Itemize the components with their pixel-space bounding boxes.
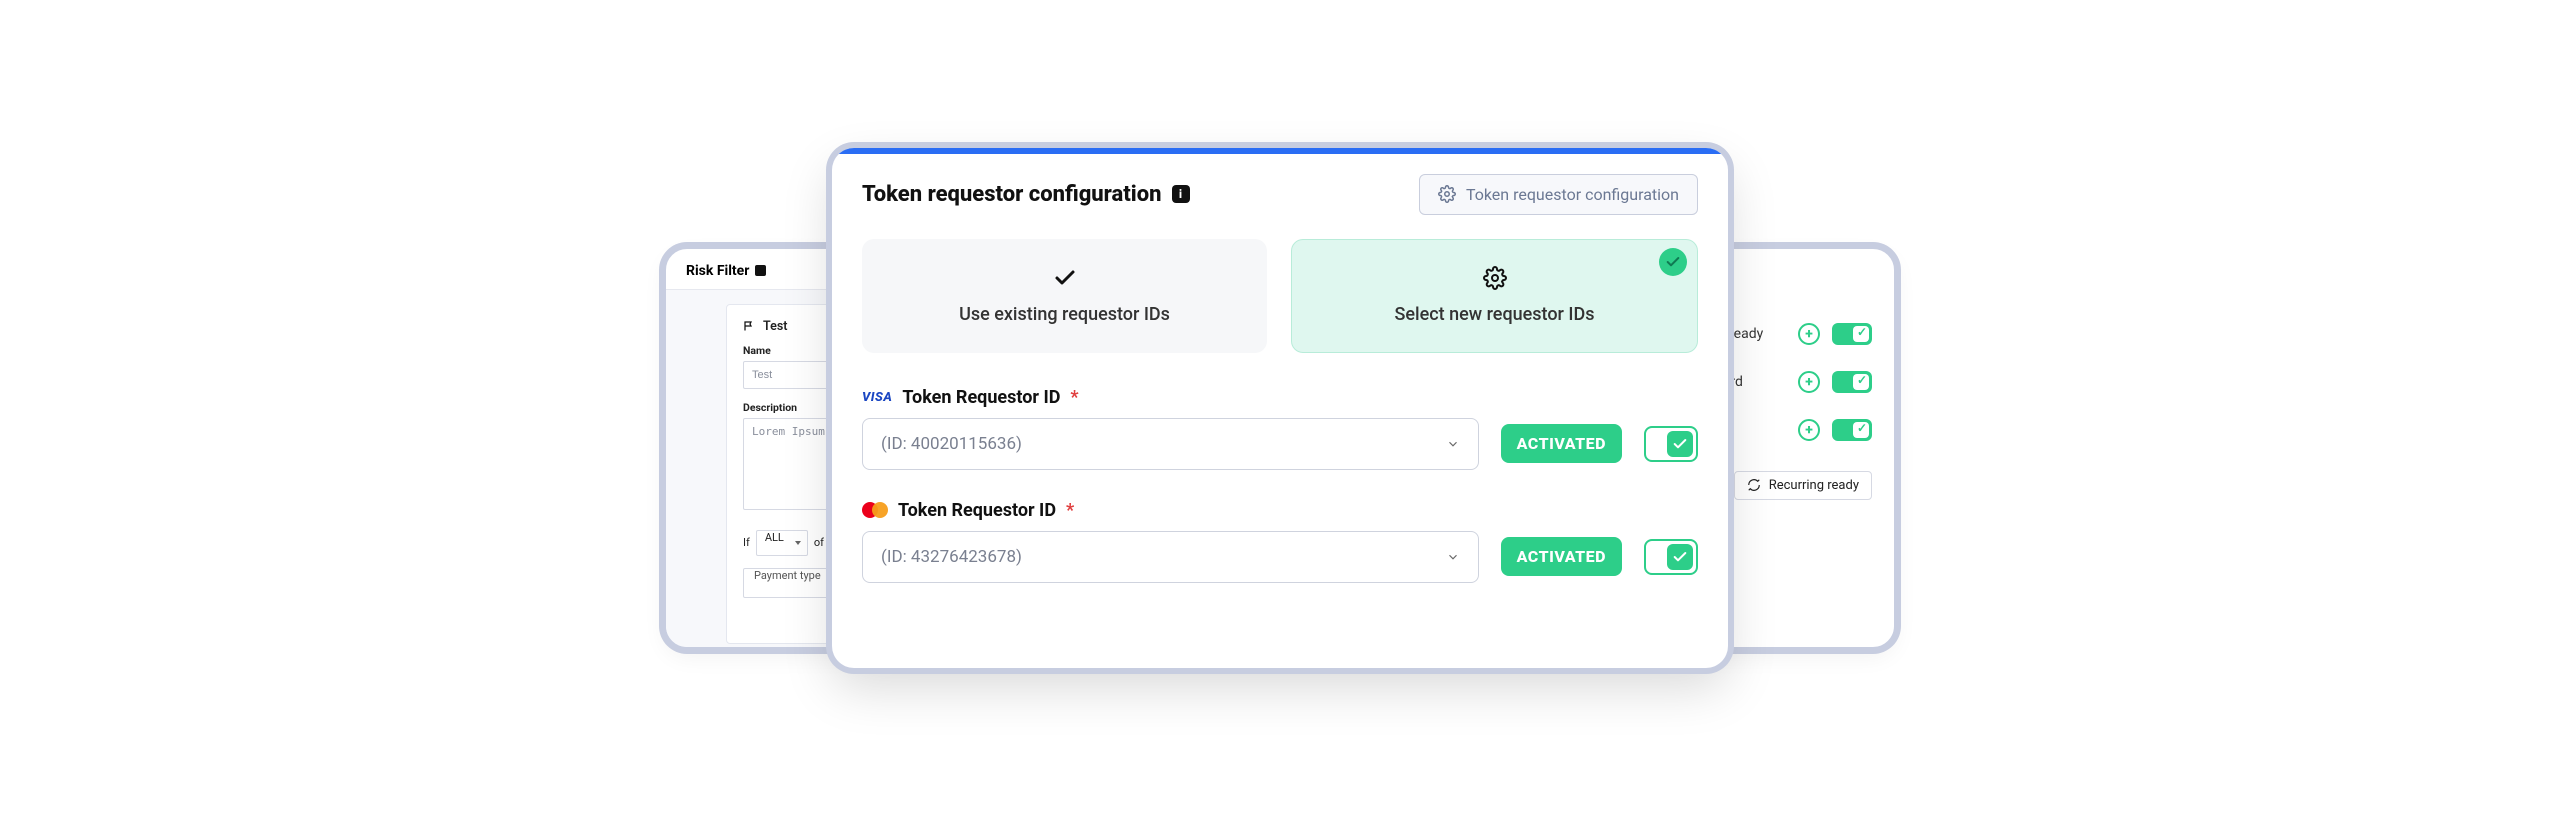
- select-value: (ID: 40020115636): [881, 434, 1022, 454]
- mastercard-icon: [862, 501, 888, 519]
- section-title: Test: [763, 319, 787, 334]
- option-new-ids[interactable]: Select new requestor IDs: [1291, 239, 1698, 353]
- gear-icon: [1438, 185, 1456, 203]
- token-requestor-panel: Token requestor configuration i Token re…: [832, 148, 1728, 668]
- option-label: Use existing requestor IDs: [959, 304, 1170, 325]
- gear-icon: [1483, 266, 1507, 290]
- config-button[interactable]: Token requestor configuration: [1419, 174, 1698, 215]
- recurring-ready-chip[interactable]: Recurring ready: [1734, 471, 1872, 500]
- option-existing-ids[interactable]: Use existing requestor IDs: [862, 239, 1267, 353]
- visa-toggle[interactable]: [1644, 426, 1698, 462]
- toggle-switch[interactable]: [1832, 323, 1872, 345]
- cond-if: If: [743, 536, 750, 549]
- config-button-label: Token requestor configuration: [1466, 185, 1679, 204]
- add-button[interactable]: +: [1798, 419, 1820, 441]
- selected-icon: [1659, 248, 1687, 276]
- mc-toggle[interactable]: [1644, 539, 1698, 575]
- visa-icon: VISA: [862, 390, 892, 405]
- chevron-down-icon: [1446, 437, 1460, 451]
- status-badge: ACTIVATED: [1501, 537, 1622, 576]
- info-icon[interactable]: i: [1172, 185, 1190, 203]
- visa-field-label: VISA Token Requestor ID *: [862, 387, 1698, 408]
- mc-id-select[interactable]: (ID: 43276423678): [862, 531, 1479, 583]
- cond-all-select[interactable]: ALL: [756, 530, 808, 556]
- sync-icon: [1747, 478, 1761, 492]
- add-button[interactable]: +: [1798, 323, 1820, 345]
- toggle-switch[interactable]: [1832, 419, 1872, 441]
- flag-icon: [743, 320, 755, 332]
- option-label: Select new requestor IDs: [1394, 304, 1594, 325]
- visa-id-select[interactable]: (ID: 40020115636): [862, 418, 1479, 470]
- check-icon: [1053, 266, 1077, 290]
- chip-label: Recurring ready: [1769, 478, 1859, 493]
- toggle-switch[interactable]: [1832, 371, 1872, 393]
- chevron-down-icon: [1446, 550, 1460, 564]
- page-title: Token requestor configuration i: [862, 182, 1190, 207]
- add-button[interactable]: +: [1798, 371, 1820, 393]
- info-icon: [755, 265, 766, 276]
- required-icon: *: [1066, 500, 1074, 521]
- status-badge: ACTIVATED: [1501, 424, 1622, 463]
- required-icon: *: [1070, 387, 1078, 408]
- select-value: (ID: 43276423678): [881, 547, 1022, 567]
- risk-filter-title: Risk Filter: [686, 263, 749, 279]
- mc-field-label: Token Requestor ID *: [862, 500, 1698, 521]
